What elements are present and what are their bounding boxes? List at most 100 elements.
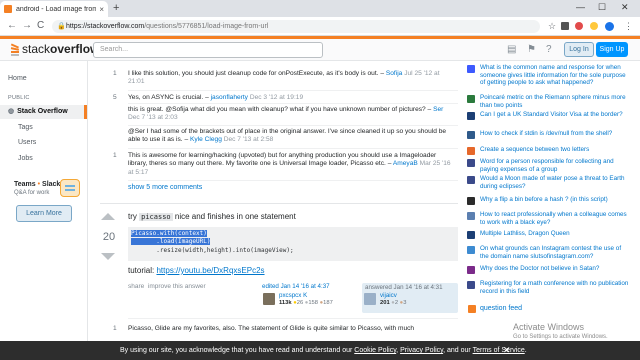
bookmark-star-icon[interactable]: ☆ xyxy=(548,21,556,32)
site-icon xyxy=(467,266,475,274)
inline-code: picasso xyxy=(139,213,173,221)
comment-user[interactable]: jasonflaherty xyxy=(211,94,248,101)
help-icon[interactable]: ? xyxy=(546,44,552,55)
answered-timestamp: answered Jan 14 '16 at 4:31 xyxy=(365,284,443,291)
privacy-policy-link[interactable]: Privacy Policy xyxy=(400,347,443,354)
rss-icon[interactable] xyxy=(468,305,476,313)
tutorial-link[interactable]: https://youtu.be/DxRqxsEPc2s xyxy=(156,266,264,275)
comment-user[interactable]: Kyle Clegg xyxy=(190,136,222,143)
url-field[interactable]: 🔒 https://stackoverflow.com/questions/57… xyxy=(52,20,540,33)
hot-question-link[interactable]: Multiple Lathliss, Dragon Queen xyxy=(480,230,630,238)
answer-divider xyxy=(100,203,458,204)
upvote-icon[interactable] xyxy=(101,213,115,220)
improve-answer-link[interactable]: improve this answer xyxy=(148,283,206,290)
window-close-button[interactable]: ✕ xyxy=(621,2,629,13)
comment: Picasso, Glide are my favorites, also. T… xyxy=(128,325,415,332)
cookie-banner: By using our site, you acknowledge that … xyxy=(0,341,640,360)
logo-text-overflow: overflow xyxy=(50,42,100,56)
activate-windows-watermark: Activate Windows xyxy=(513,322,585,332)
hot-question-link[interactable]: Poincaré metric on the Riemann sphere mi… xyxy=(480,94,630,109)
author-avatar[interactable] xyxy=(364,293,376,305)
stackoverflow-logo[interactable]: stack overflow xyxy=(10,42,99,56)
tutorial-line: tutorial: https://youtu.be/DxRqxsEPc2s xyxy=(128,266,265,275)
site-icon xyxy=(467,246,475,254)
hot-question-link[interactable]: On what grounds can Instagram contest th… xyxy=(480,245,630,260)
new-tab-button[interactable]: + xyxy=(113,2,119,14)
terms-link[interactable]: Terms of Service xyxy=(473,347,525,354)
post-menu: share improve this answer xyxy=(128,283,206,290)
logo-text-stack: stack xyxy=(22,42,51,56)
hot-question-link[interactable]: Word for a person responsible for collec… xyxy=(480,158,630,173)
author-name[interactable]: vijaicv xyxy=(380,292,397,299)
site-icon xyxy=(467,281,475,289)
signup-button[interactable]: Sign Up xyxy=(596,42,628,57)
nav-stack-overflow[interactable]: ◍ Stack Overflow xyxy=(0,105,87,119)
edited-info: edited Jan 14 '16 at 4:37 xyxy=(262,283,330,290)
reload-button[interactable]: C xyxy=(37,20,44,31)
nav-tags[interactable]: Tags xyxy=(18,124,33,131)
editor-avatar[interactable] xyxy=(263,293,275,305)
comment-score: 1 xyxy=(113,70,117,77)
back-button[interactable]: ← xyxy=(7,20,17,31)
code-line: Picasso.with(context) xyxy=(131,230,207,237)
hot-question-link[interactable]: Why does the Doctor not believe in Satan… xyxy=(480,265,630,273)
hot-question-link[interactable]: Why a flip a bin before a hash ? (in thi… xyxy=(480,196,630,204)
hot-question-link[interactable]: Create a sequence between two letters xyxy=(480,146,630,154)
hot-question-link[interactable]: How to check if stdin is /dev/null from … xyxy=(480,130,630,138)
browser-tab[interactable]: android - Load image from url - S × xyxy=(0,1,108,17)
address-bar: ← → C 🔒 https://stackoverflow.com/questi… xyxy=(0,17,640,36)
editor-reputation: 113k ●26 ●158 ●187 xyxy=(279,300,333,306)
comment: this is great. @Sofija what did you mean… xyxy=(128,106,444,122)
code-block[interactable]: Picasso.with(context) .load(ImageURL) .r… xyxy=(128,227,458,261)
search-input[interactable]: Search... xyxy=(93,42,323,58)
extension-red-icon[interactable] xyxy=(575,22,583,30)
learn-more-button[interactable]: Learn More xyxy=(16,205,72,222)
comment-user[interactable]: Ser xyxy=(433,106,443,113)
login-button[interactable]: Log In xyxy=(564,42,594,57)
comment-user[interactable]: AmeyaB xyxy=(393,160,418,167)
editor-name[interactable]: pxcspcx K xyxy=(279,292,307,299)
share-link[interactable]: share xyxy=(128,283,144,290)
show-more-comments-link[interactable]: show 5 more comments xyxy=(128,184,202,191)
hot-question-link[interactable]: Can I get a UK Standard Visitor Visa at … xyxy=(480,111,630,119)
divider xyxy=(128,180,458,181)
hot-question-link[interactable]: How to react professionally when a colle… xyxy=(480,211,630,226)
profile-avatar[interactable] xyxy=(605,22,614,31)
forward-button[interactable]: → xyxy=(22,20,32,31)
minimize-button[interactable]: — xyxy=(576,2,585,12)
extension-yellow-icon[interactable] xyxy=(590,22,598,30)
maximize-button[interactable]: ☐ xyxy=(598,2,606,13)
hot-question-link[interactable]: What is the common name and response for… xyxy=(480,64,630,87)
divider xyxy=(128,90,458,91)
nav-users[interactable]: Users xyxy=(18,139,36,146)
code-line: .load(ImageURL) xyxy=(131,238,211,246)
site-icon xyxy=(467,95,475,103)
comment: Yes, on ASYNC is crucial. – jasonflahert… xyxy=(128,94,304,101)
comment-score: 1 xyxy=(113,152,117,159)
divider xyxy=(128,318,458,319)
nav-jobs[interactable]: Jobs xyxy=(18,155,33,162)
url-host: https://stackoverflow.com xyxy=(66,23,145,30)
achievements-icon[interactable]: ⚑ xyxy=(527,44,536,55)
inbox-icon[interactable]: ▤ xyxy=(507,44,516,55)
site-icon xyxy=(467,131,475,139)
activate-windows-subtext: Go to Settings to activate Windows. xyxy=(513,334,608,340)
nav-public-heading: PUBLIC xyxy=(8,95,30,101)
hot-question-link[interactable]: Registering for a math conference with n… xyxy=(480,280,630,295)
cookie-policy-link[interactable]: Cookie Policy xyxy=(354,347,396,354)
nav-home[interactable]: Home xyxy=(8,75,27,82)
browser-tab-bar: android - Load image from url - S × + — … xyxy=(0,0,640,17)
comment-score: 5 xyxy=(113,94,117,101)
cookie-close-icon[interactable]: ✕ xyxy=(503,341,511,360)
comment-user[interactable]: Sofija xyxy=(386,70,403,77)
extension-icon[interactable] xyxy=(561,22,569,30)
downvote-icon[interactable] xyxy=(101,253,115,260)
browser-menu-icon[interactable]: ⋮ xyxy=(624,21,633,32)
question-feed-link[interactable]: question feed xyxy=(480,305,522,312)
tab-close-icon[interactable]: × xyxy=(99,5,104,14)
url-path: /questions/5776851/load-image-from-url xyxy=(144,23,269,30)
lock-icon: 🔒 xyxy=(57,23,66,30)
hot-question-link[interactable]: Would a Moon made of water pose a threat… xyxy=(480,175,630,190)
teams-title: Teams • Slack xyxy=(14,181,61,188)
edited-timestamp[interactable]: edited Jan 14 '16 at 4:37 xyxy=(262,283,330,290)
